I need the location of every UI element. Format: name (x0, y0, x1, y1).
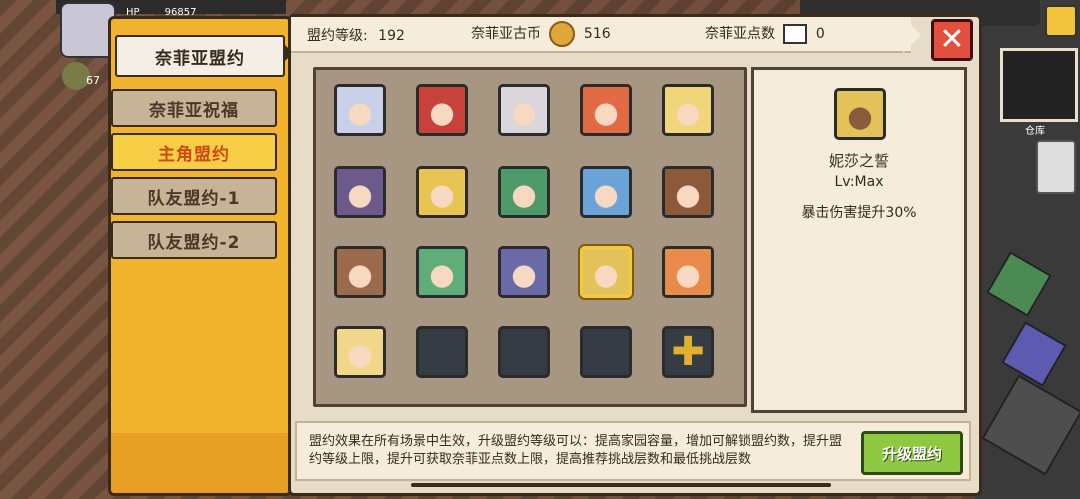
portrait-green-hair-girl[interactable] (416, 246, 468, 298)
portrait-face-icon (501, 87, 547, 133)
portrait-blonde-pigtail-girl[interactable] (334, 326, 386, 378)
portrait-face-icon (337, 87, 383, 133)
coin-icon (549, 21, 576, 47)
scrollbar[interactable] (411, 483, 831, 487)
tab-label: 队友盟约-2 (147, 232, 241, 253)
exit-icon[interactable] (1045, 5, 1077, 37)
portrait-horned-girl[interactable] (662, 246, 714, 298)
pact-detail: 妮莎之誓 Lv:Max 暴击伤害提升30% (751, 67, 967, 413)
tab-hero-pact[interactable]: 主角盟约 (111, 133, 277, 171)
pact-footer: 盟约效果在所有场景中生效，升级盟约等级可以：提高家园容量，增加可解锁盟约数，提升… (295, 421, 971, 481)
portrait-face-icon (665, 87, 711, 133)
points-value: 0 (815, 26, 825, 42)
close-icon: ✕ (939, 22, 965, 57)
points-counter: 奈菲亚点数 0 (705, 23, 825, 44)
tab-teammate-pact-2[interactable]: 队友盟约-2 (111, 221, 277, 259)
portrait-face-icon (583, 249, 629, 295)
portrait-face-icon (583, 169, 629, 215)
portrait-face-icon (501, 169, 547, 215)
empty-slot[interactable] (498, 326, 550, 378)
tab-teammate-pact-1[interactable]: 队友盟约-1 (111, 177, 277, 215)
tab-panel: 奈菲亚盟约 奈菲亚祝福 主角盟约 队友盟约-1 队友盟约-2 (108, 16, 293, 496)
portrait-face-icon (337, 169, 383, 215)
tab-label: 奈菲亚盟约 (155, 48, 245, 69)
phone-icon[interactable] (1036, 140, 1076, 194)
portrait-blonde-elf[interactable] (662, 84, 714, 136)
portrait-face-icon (665, 249, 711, 295)
upgrade-pact-button[interactable]: 升级盟约 (861, 431, 963, 475)
portrait-face-icon (665, 169, 711, 215)
coin-value: 516 (583, 26, 611, 42)
portrait-brown-hair-girl[interactable] (334, 246, 386, 298)
portrait-face-icon (583, 87, 629, 133)
points-label: 奈菲亚点数 (705, 26, 775, 42)
portrait-blue-hair-elf[interactable] (580, 166, 632, 218)
portrait-bearded-warrior[interactable] (662, 166, 714, 218)
pact-level-value: 192 (378, 28, 405, 44)
empty-slot[interactable] (416, 326, 468, 378)
pact-grid: ✚ (313, 67, 747, 407)
pact-bonus: 暴击伤害提升30% (801, 205, 917, 221)
pact-panel: 盟约等级: 192 奈菲亚古币 516 奈菲亚点数 0 ✕ ✚ 妮莎之誓 Lv:… (288, 14, 982, 496)
tab-label: 主角盟约 (158, 144, 230, 165)
empty-slot[interactable] (580, 326, 632, 378)
add-pact-button[interactable]: ✚ (662, 326, 714, 378)
plus-icon: ✚ (671, 329, 705, 375)
pact-level-max: Lv:Max (834, 174, 884, 190)
pact-name: 妮莎之誓 (828, 152, 889, 170)
player-level: 67 (86, 74, 100, 87)
panel-header: 盟约等级: 192 奈菲亚古币 516 奈菲亚点数 0 (291, 17, 911, 53)
portrait-purple-hood-girl[interactable] (334, 166, 386, 218)
portrait-dark-elf-girl[interactable] (580, 246, 632, 298)
portrait-red-hair-girl[interactable] (416, 84, 468, 136)
portrait-blonde-boy[interactable] (416, 166, 468, 218)
portrait-face-icon (419, 249, 465, 295)
tab-label: 队友盟约-1 (147, 188, 241, 209)
coin-label: 奈菲亚古币 (471, 26, 541, 42)
portrait-silver-hair-girl[interactable] (334, 84, 386, 136)
minimap[interactable] (1000, 48, 1078, 122)
pact-level: 盟约等级: 192 (307, 25, 405, 45)
tab-naifeiya-pact[interactable]: 奈菲亚盟约 (115, 35, 293, 77)
ribbon-end (903, 17, 921, 53)
ticket-icon (783, 24, 808, 44)
pact-level-label: 盟约等级: (307, 28, 368, 44)
pact-description: 盟约效果在所有场景中生效，升级盟约等级可以：提高家园容量，增加可解锁盟约数，提升… (309, 434, 843, 467)
portrait-face-icon (419, 169, 465, 215)
detail-portrait (834, 88, 886, 140)
coin-counter: 奈菲亚古币 516 (471, 21, 611, 47)
portrait-face-icon (337, 329, 383, 375)
close-button[interactable]: ✕ (931, 19, 973, 61)
portrait-orange-hair-girl[interactable] (580, 84, 632, 136)
portrait-face-icon (419, 87, 465, 133)
portrait-white-hair-boy[interactable] (498, 84, 550, 136)
portrait-purple-skin-elf[interactable] (498, 246, 550, 298)
portrait-green-hair-boy[interactable] (498, 166, 550, 218)
portrait-face-icon (337, 249, 383, 295)
tab-naifeiya-blessing[interactable]: 奈菲亚祝福 (111, 89, 277, 127)
tab-label: 奈菲亚祝福 (149, 100, 239, 121)
portrait-face-icon (501, 249, 547, 295)
warehouse-label: 仓库 (1025, 126, 1045, 137)
